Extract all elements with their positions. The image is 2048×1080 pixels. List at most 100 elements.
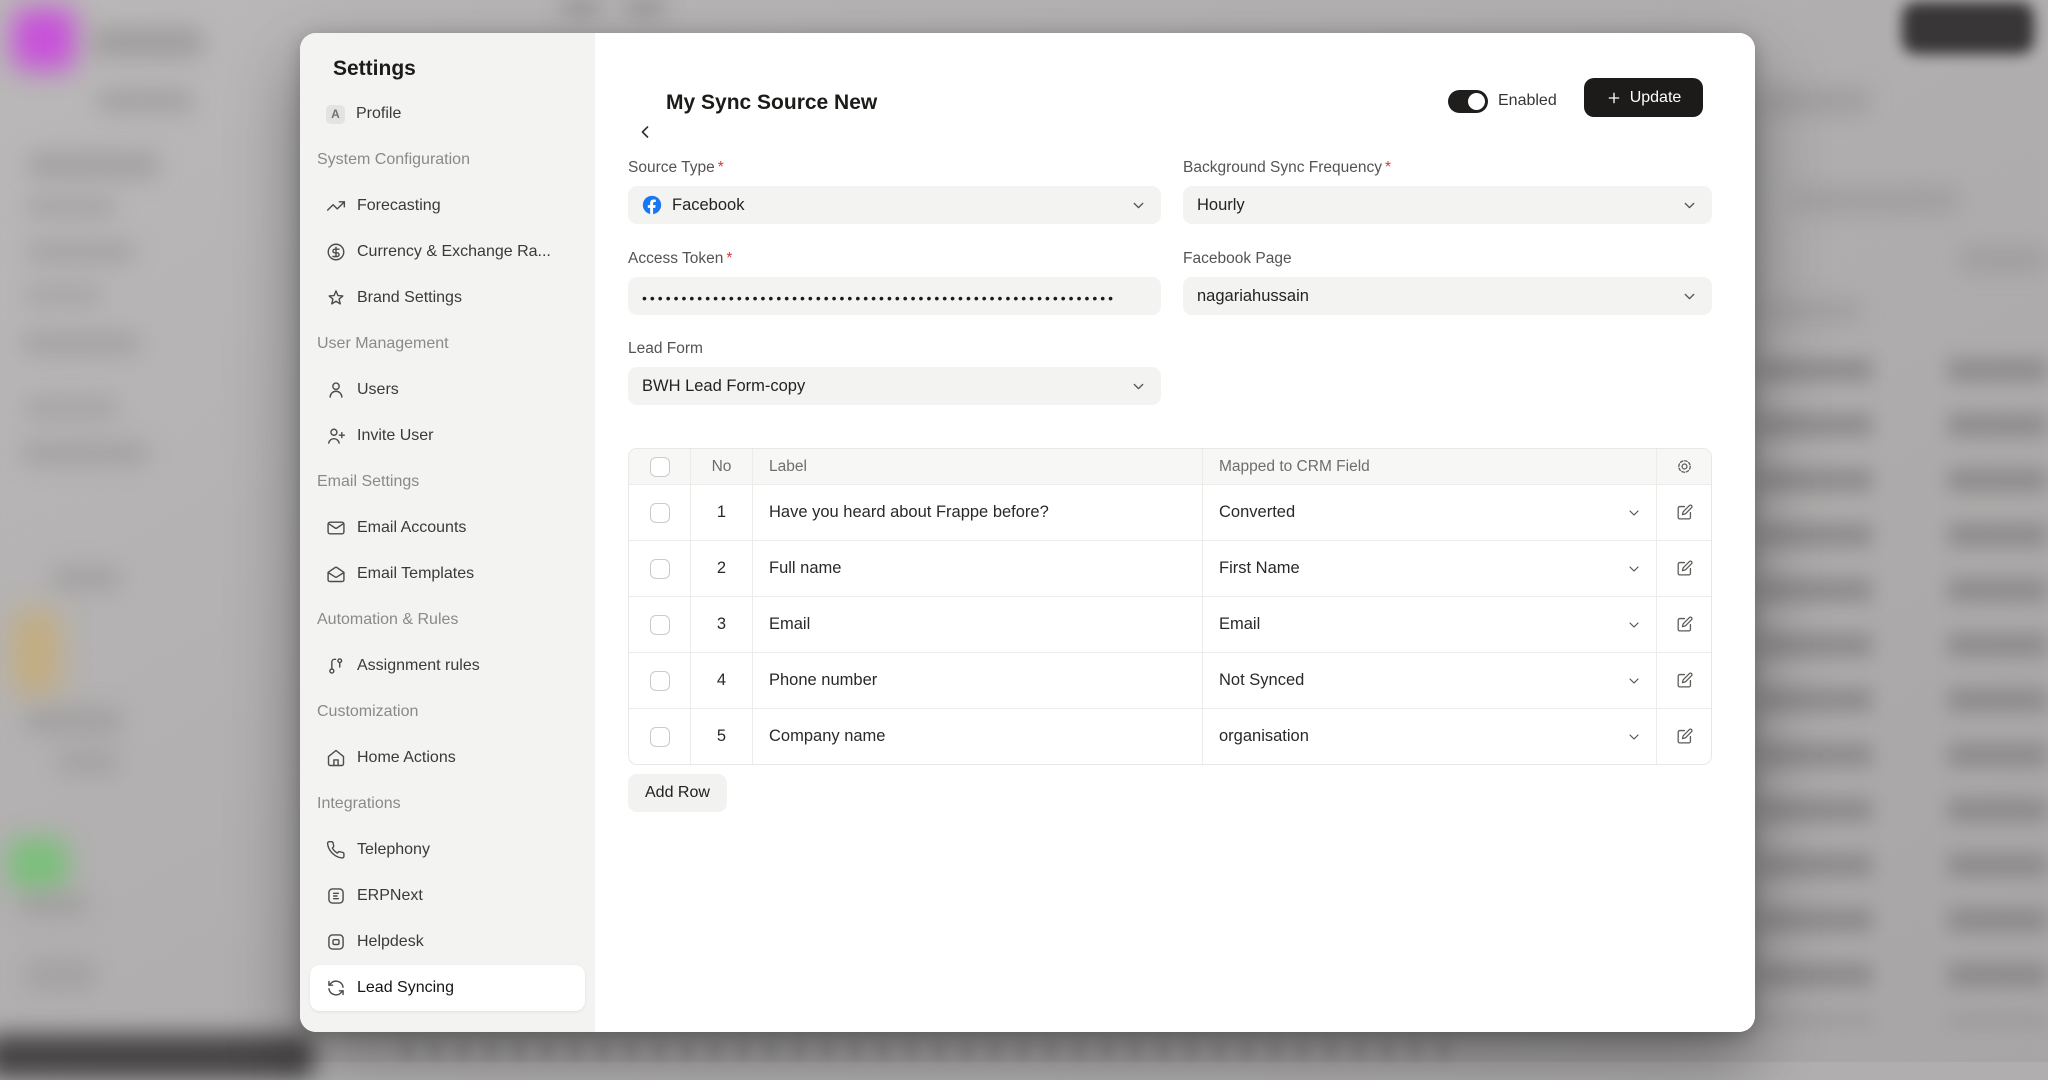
sidebar-item-currency-exchange[interactable]: Currency & Exchange Ra... [310,229,585,275]
bg-blob [25,240,137,264]
chevron-down-icon [1626,729,1642,745]
bg-blob [20,440,150,466]
edit-row-icon[interactable] [1673,502,1695,524]
bg-blob [26,150,161,180]
bg-blob [25,196,117,218]
bg-blob [1790,185,1960,215]
update-button[interactable]: Update [1584,78,1703,117]
sidebar-section-user-management: User Management [310,321,585,367]
user-plus-icon [326,426,346,446]
bg-blob [55,748,121,776]
sidebar-item-helpdesk[interactable]: Helpdesk [310,919,585,965]
bg-dark-button-topright [1902,2,2034,54]
back-button[interactable] [631,118,658,145]
row-label: Email [753,597,1203,652]
row-label: Full name [753,541,1203,596]
bg-blob [24,706,124,736]
mapped-field-select[interactable]: Email [1203,597,1657,652]
settings-sidebar: Settings A Profile System Configuration … [300,33,595,1032]
lead-form-select[interactable]: BWH Lead Form-copy [628,367,1161,405]
facebook-page-label: Facebook Page [1183,250,1712,268]
sync-frequency-label: Background Sync Frequency* [1183,159,1712,177]
sidebar-section-customization: Customization [310,689,585,735]
mapped-field-select[interactable]: organisation [1203,709,1657,764]
chevron-down-icon [1626,561,1642,577]
edit-row-icon[interactable] [1673,670,1695,692]
bg-blob [50,565,122,591]
sidebar-item-profile[interactable]: A Profile [310,91,585,137]
page-title: My Sync Source New [666,89,877,116]
sidebar-item-brand-settings[interactable]: Brand Settings [310,275,585,321]
enabled-toggle[interactable] [1448,90,1488,113]
required-asterisk: * [718,159,724,176]
chevron-down-icon [1681,288,1698,305]
assignment-rules-icon [326,656,346,676]
chevron-down-icon [1130,197,1147,214]
chevron-down-icon [1626,505,1642,521]
row-checkbox[interactable] [650,615,670,635]
row-checkbox[interactable] [650,727,670,747]
bg-blob [24,396,119,420]
masked-token-value: ••••••••••••••••••••••••••••••••••••••••… [642,290,1116,306]
field-mapping-table: No Label Mapped to CRM Field 1 Have you … [628,448,1712,765]
row-number: 3 [691,597,753,652]
source-type-label: Source Type* [628,159,1161,177]
bg-blob [90,26,205,59]
mail-icon [326,518,346,538]
mapped-field-select[interactable]: Converted [1203,485,1657,540]
access-token-label: Access Token* [628,250,1161,268]
facebook-page-select[interactable]: nagariahussain [1183,277,1712,315]
sidebar-item-email-accounts[interactable]: Email Accounts [310,505,585,551]
row-label: Have you heard about Frappe before? [753,485,1203,540]
column-header-label: Label [753,449,1203,484]
row-checkbox[interactable] [650,559,670,579]
bg-table-rows-right-column [1948,358,2048,1023]
profile-avatar-icon: A [326,105,345,124]
row-checkbox[interactable] [650,671,670,691]
sidebar-item-telephony[interactable]: Telephony [310,827,585,873]
settings-title: Settings [333,56,595,82]
add-row-button[interactable]: Add Row [628,774,727,812]
sidebar-item-erpnext[interactable]: ERPNext [310,873,585,919]
select-all-checkbox[interactable] [650,457,670,477]
trending-up-icon [326,196,346,216]
bg-dark-bottom-bar [0,1034,315,1080]
sidebar-item-forecasting[interactable]: Forecasting [310,183,585,229]
sync-frequency-select[interactable]: Hourly [1183,186,1712,224]
table-settings-gear-icon[interactable] [1673,456,1695,478]
mapped-field-select[interactable]: Not Synced [1203,653,1657,708]
table-row: 1 Have you heard about Frappe before? Co… [629,484,1711,540]
access-token-input[interactable]: ••••••••••••••••••••••••••••••••••••••••… [628,277,1161,315]
bg-blob [95,88,195,114]
required-asterisk: * [1385,159,1391,176]
erpnext-icon [326,886,346,906]
source-type-select[interactable]: Facebook [628,186,1161,224]
lead-form-label: Lead Form [628,340,1161,358]
edit-row-icon[interactable] [1673,726,1695,748]
bg-blob [20,330,142,356]
edit-row-icon[interactable] [1673,558,1695,580]
sidebar-item-email-templates[interactable]: Email Templates [310,551,585,597]
sidebar-section-email-settings: Email Settings [310,459,585,505]
mapped-field-select[interactable]: First Name [1203,541,1657,596]
table-row: 2 Full name First Name [629,540,1711,596]
table-row: 5 Company name organisation [629,708,1711,764]
sidebar-item-home-actions[interactable]: Home Actions [310,735,585,781]
row-number: 4 [691,653,753,708]
bg-blob [24,284,104,306]
sidebar-section-automation-rules: Automation & Rules [310,597,585,643]
helpdesk-icon [326,932,346,952]
bg-blob [624,0,666,15]
sidebar-item-assignment-rules[interactable]: Assignment rules [310,643,585,689]
chevron-left-icon [635,122,655,142]
sync-source-panel: My Sync Source New Enabled Update Source… [595,33,1755,1032]
sidebar-item-invite-user[interactable]: Invite User [310,413,585,459]
row-checkbox[interactable] [650,503,670,523]
enabled-toggle-label: Enabled [1498,92,1557,110]
sidebar-item-lead-syncing[interactable]: Lead Syncing [310,965,585,1011]
currency-dollar-icon [326,242,346,262]
required-asterisk: * [726,250,732,267]
bg-blob [1763,298,1863,324]
sidebar-item-users[interactable]: Users [310,367,585,413]
edit-row-icon[interactable] [1673,614,1695,636]
